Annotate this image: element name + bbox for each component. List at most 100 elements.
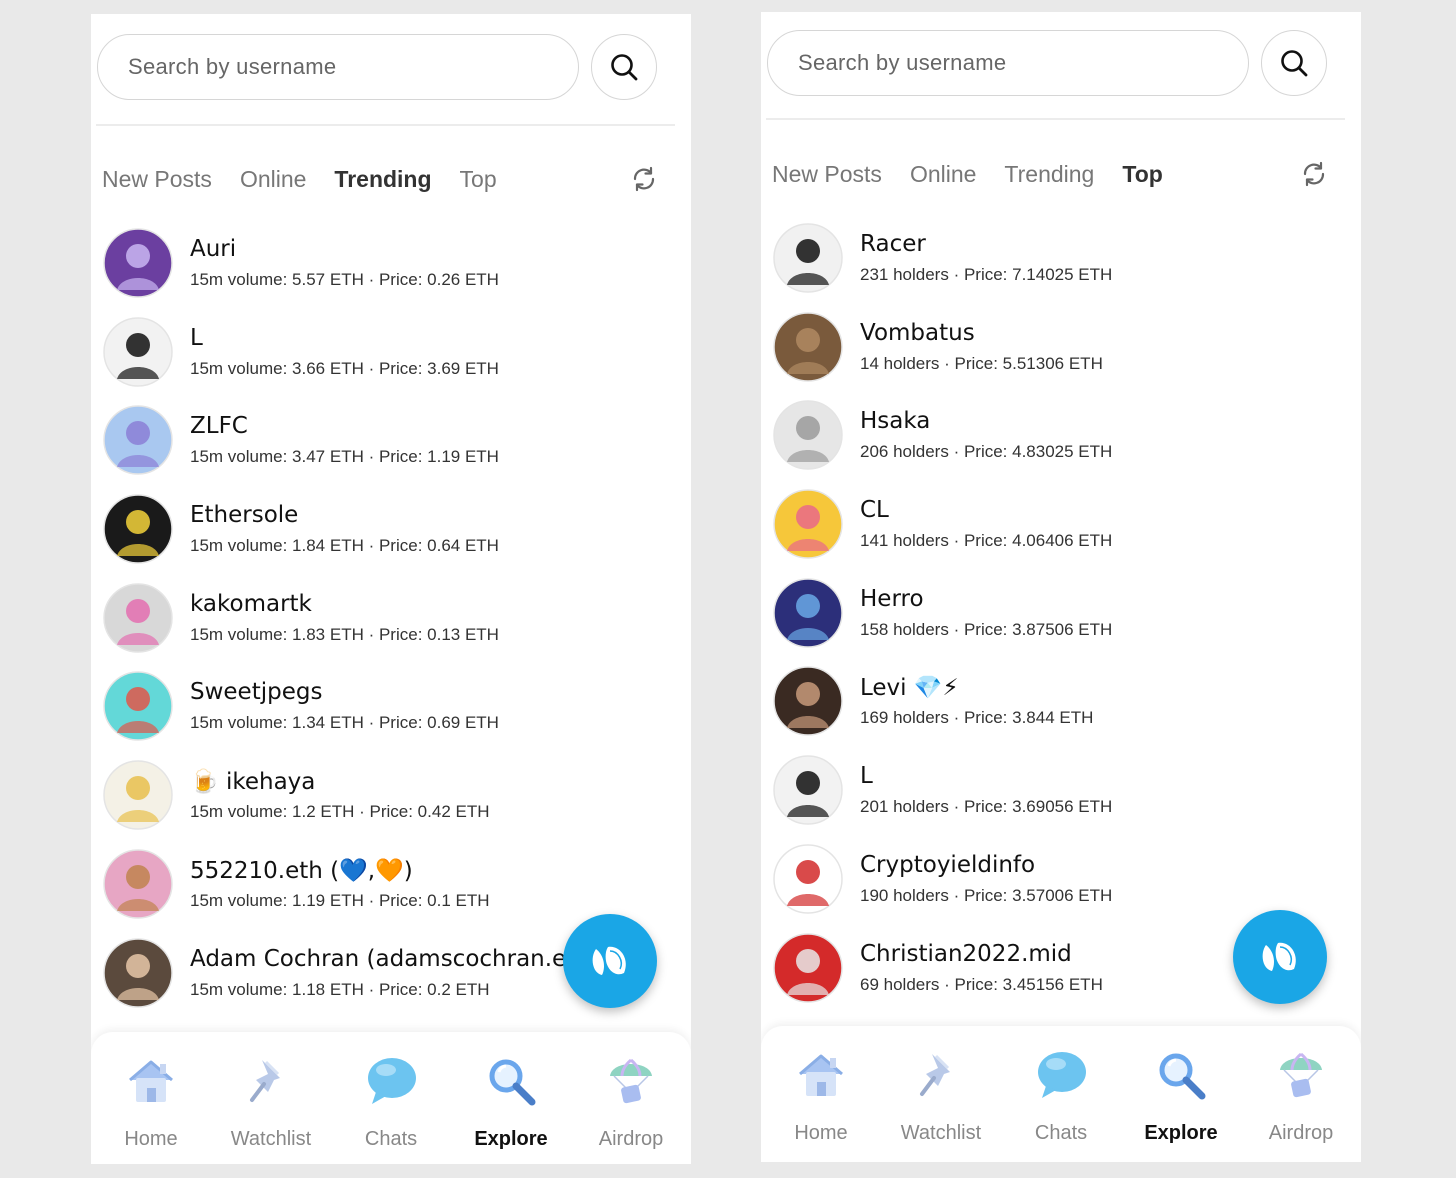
user-name: Auri xyxy=(190,236,237,262)
tab-online[interactable]: Online xyxy=(910,161,976,188)
list-item[interactable]: Ethersole 15m volume: 1.84 ETH · Price: … xyxy=(91,492,691,581)
list-item[interactable]: Vombatus 14 holders · Price: 5.51306 ETH xyxy=(761,310,1361,399)
chat-bubble-icon xyxy=(1032,1046,1090,1104)
user-stats: 15m volume: 3.47 ETH · Price: 1.19 ETH xyxy=(190,447,499,467)
user-name: kakomartk xyxy=(190,590,312,617)
user-stats: 206 holders · Price: 4.83025 ETH xyxy=(860,442,1113,462)
list-item[interactable]: CL 141 holders · Price: 4.06406 ETH xyxy=(761,487,1361,576)
avatar-head xyxy=(796,239,820,263)
avatar xyxy=(103,583,173,653)
nav-item-watchlist[interactable]: Watchlist xyxy=(881,1026,1001,1162)
list-item[interactable]: L 201 holders · Price: 3.69056 ETH xyxy=(761,753,1361,842)
filter-tabs: New Posts Online Trending Top xyxy=(102,162,661,196)
user-name: Levi 💎⚡ xyxy=(860,675,959,702)
list-item[interactable]: Auri 15m volume: 5.57 ETH · Price: 0.26 … xyxy=(91,226,691,315)
nav-item-chats[interactable]: Chats xyxy=(331,1032,451,1164)
nav-item-home[interactable]: Home xyxy=(761,1026,881,1162)
avatar-head xyxy=(796,416,820,441)
compose-button[interactable] xyxy=(563,914,657,1008)
nav-label: Chats xyxy=(364,1128,418,1150)
user-name: Adam Cochran (adamscochran.eth) xyxy=(190,945,599,972)
nav-item-watchlist[interactable]: Watchlist xyxy=(211,1032,331,1164)
pin-icon xyxy=(912,1046,970,1104)
divider xyxy=(96,124,675,126)
tab-top[interactable]: Top xyxy=(1122,161,1162,188)
avatar-head xyxy=(796,327,820,352)
search-bar xyxy=(767,30,1331,96)
refresh-icon[interactable] xyxy=(627,162,661,196)
tab-online[interactable]: Online xyxy=(240,166,306,193)
user-name: L xyxy=(190,324,203,351)
list-item[interactable]: Racer 231 holders · Price: 7.14025 ETH xyxy=(761,221,1361,310)
search-input[interactable] xyxy=(97,34,579,100)
user-stats: 231 holders · Price: 7.14025 ETH xyxy=(860,265,1113,284)
nav-item-home[interactable]: Home xyxy=(91,1032,211,1164)
user-stats: 15m volume: 1.2 ETH · Price: 0.42 ETH xyxy=(190,802,490,822)
nav-item-explore[interactable]: Explore xyxy=(1121,1026,1241,1162)
refresh-icon[interactable] xyxy=(1297,157,1331,191)
magnifier-icon xyxy=(482,1052,540,1110)
nav-item-airdrop[interactable]: Airdrop xyxy=(571,1032,691,1164)
user-stats: 14 holders · Price: 5.51306 ETH xyxy=(860,353,1103,373)
nav-item-explore[interactable]: Explore xyxy=(451,1032,571,1164)
list-item[interactable]: Sweetjpegs 15m volume: 1.34 ETH · Price:… xyxy=(91,669,691,758)
list-item[interactable]: kakomartk 15m volume: 1.83 ETH · Price: … xyxy=(91,581,691,670)
list-item[interactable]: Herro 158 holders · Price: 3.87506 ETH xyxy=(761,576,1361,665)
user-stats: 69 holders · Price: 3.45156 ETH xyxy=(860,974,1103,994)
avatar-head xyxy=(126,244,150,268)
avatar xyxy=(773,666,843,737)
user-name: Cryptoyieldinfo xyxy=(860,851,1036,878)
user-list: Auri 15m volume: 5.57 ETH · Price: 0.26 … xyxy=(91,226,691,1024)
tab-trending[interactable]: Trending xyxy=(334,166,431,193)
pin-icon xyxy=(242,1052,300,1110)
compose-button[interactable] xyxy=(1233,910,1327,1004)
user-stats: 15m volume: 1.84 ETH · Price: 0.64 ETH xyxy=(190,536,499,556)
tab-new-posts[interactable]: New Posts xyxy=(772,161,882,188)
search-icon xyxy=(611,54,638,81)
user-stats: 15m volume: 1.83 ETH · Price: 0.13 ETH xyxy=(190,624,499,644)
nav-label: Watchlist xyxy=(900,1122,982,1144)
user-stats: 15m volume: 1.19 ETH · Price: 0.1 ETH xyxy=(190,890,490,910)
list-item[interactable]: L 15m volume: 3.66 ETH · Price: 3.69 ETH xyxy=(91,315,691,404)
search-button[interactable] xyxy=(591,34,657,100)
tab-trending[interactable]: Trending xyxy=(1004,161,1094,188)
user-name: Racer xyxy=(860,231,926,257)
list-item[interactable]: Levi 💎⚡ 169 holders · Price: 3.844 ETH xyxy=(761,664,1361,753)
list-item[interactable]: ZLFC 15m volume: 3.47 ETH · Price: 1.19 … xyxy=(91,403,691,492)
avatar-head xyxy=(126,864,150,889)
search-button[interactable] xyxy=(1261,30,1327,96)
tab-top[interactable]: Top xyxy=(460,166,497,193)
avatar xyxy=(103,671,173,742)
user-name: Vombatus xyxy=(860,319,975,346)
list-item[interactable]: 🍺 ikehaya 15m volume: 1.2 ETH · Price: 0… xyxy=(91,758,691,847)
nav-label: Airdrop xyxy=(598,1128,664,1150)
avatar xyxy=(103,494,173,564)
avatar-head xyxy=(126,510,150,535)
search-input[interactable] xyxy=(767,30,1249,96)
user-name: 🍺 ikehaya xyxy=(190,769,316,796)
avatar xyxy=(773,400,843,471)
list-item[interactable]: Hsaka 206 holders · Price: 4.83025 ETH xyxy=(761,398,1361,487)
screen-trending: New Posts Online Trending Top xyxy=(91,14,691,1164)
avatar xyxy=(773,578,843,648)
user-name: Ethersole xyxy=(190,502,299,529)
avatar-head xyxy=(796,682,820,707)
user-stats: 15m volume: 3.66 ETH · Price: 3.69 ETH xyxy=(190,358,499,378)
avatar xyxy=(103,937,173,1008)
magnifier-icon xyxy=(1152,1046,1210,1104)
nav-label: Explore xyxy=(1144,1122,1218,1144)
nav-item-airdrop[interactable]: Airdrop xyxy=(1241,1026,1361,1162)
avatar xyxy=(103,405,173,476)
user-name: Sweetjpegs xyxy=(190,679,323,706)
search-icon xyxy=(1281,50,1308,77)
app-logo-icon xyxy=(592,946,626,975)
user-stats: 201 holders · Price: 3.69056 ETH xyxy=(860,797,1113,817)
nav-item-chats[interactable]: Chats xyxy=(1001,1026,1121,1162)
avatar xyxy=(103,849,173,919)
avatar xyxy=(103,760,173,830)
bottom-nav: Home Watchlist Chats Explore Airdrop xyxy=(91,1032,691,1164)
tab-new-posts[interactable]: New Posts xyxy=(102,166,212,193)
user-stats: 190 holders · Price: 3.57006 ETH xyxy=(860,885,1113,905)
user-stats: 15m volume: 5.57 ETH · Price: 0.26 ETH xyxy=(190,270,499,289)
chat-bubble-icon xyxy=(362,1052,420,1110)
